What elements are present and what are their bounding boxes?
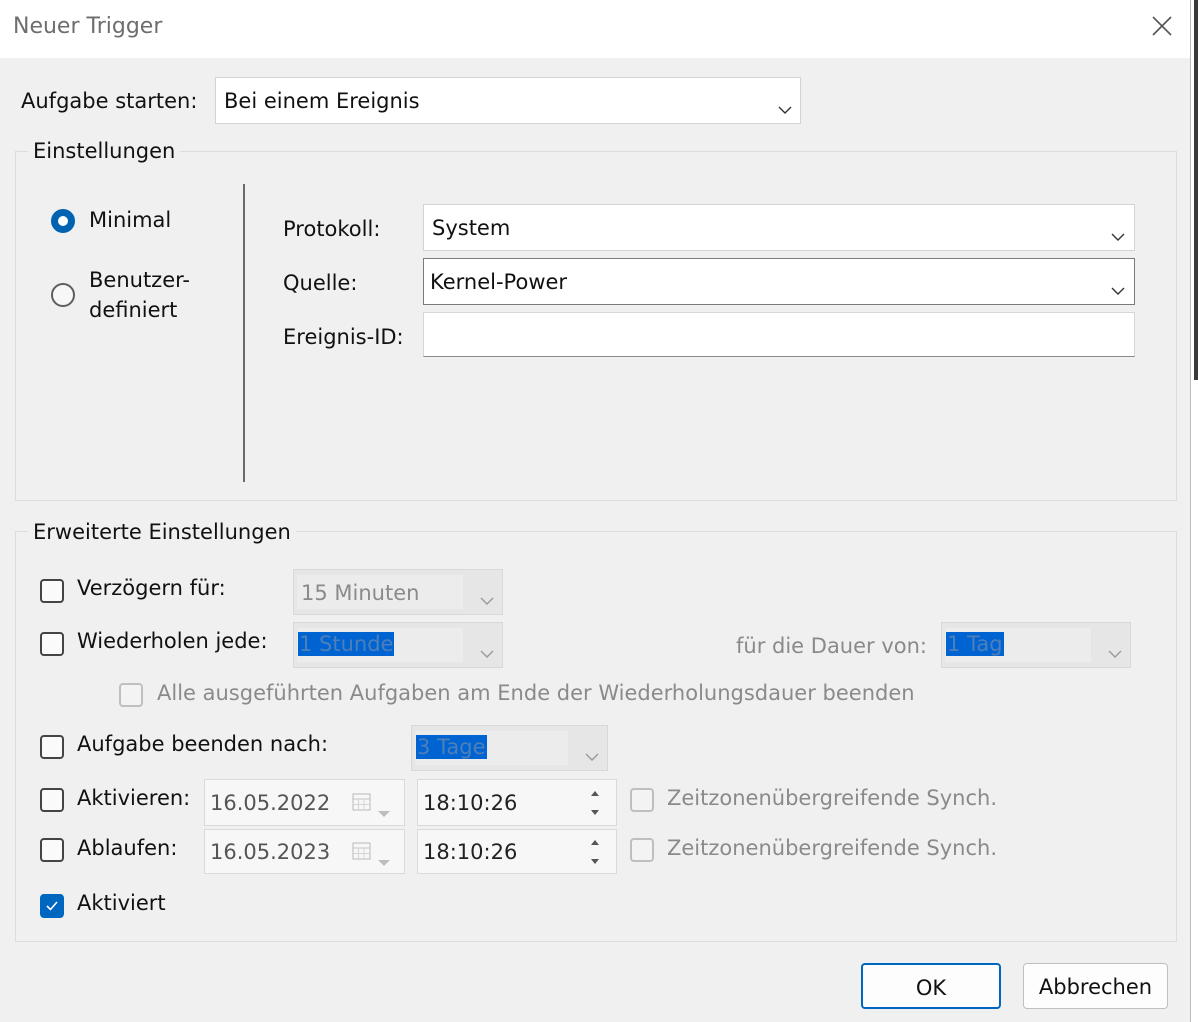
- expire-sync-label: Zeitzonenübergreifende Synch.: [667, 836, 998, 860]
- spin-up-icon[interactable]: [582, 783, 608, 801]
- end-task-label[interactable]: Aufgabe beenden nach:: [77, 732, 328, 756]
- stop-all-label: Alle ausgeführten Aufgaben am Ende der W…: [157, 681, 915, 705]
- source-value: Kernel-Power: [430, 269, 568, 294]
- spin-up-icon[interactable]: [582, 832, 608, 850]
- chevron-down-icon: [377, 848, 391, 872]
- expire-time-picker[interactable]: 18:10:26: [417, 829, 617, 874]
- radio-custom-label-line1[interactable]: Benutzer-: [89, 268, 190, 292]
- window-title: Neuer Trigger: [13, 14, 163, 39]
- repeat-checkbox[interactable]: [40, 632, 64, 656]
- event-id-label: Ereignis-ID:: [283, 325, 404, 349]
- scroll-edge-mark: [1194, 0, 1198, 380]
- close-icon[interactable]: [1146, 10, 1178, 42]
- expire-sync-checkbox[interactable]: [630, 838, 654, 862]
- enabled-checkbox[interactable]: [40, 894, 64, 918]
- expire-date-value: 16.05.2023: [210, 840, 331, 864]
- protocol-label: Protokoll:: [283, 217, 381, 241]
- start-task-value: Bei einem Ereignis: [224, 88, 420, 113]
- activate-checkbox[interactable]: [40, 788, 64, 812]
- start-task-label: Aufgabe starten:: [21, 89, 198, 113]
- duration-label: für die Dauer von:: [736, 634, 928, 658]
- chevron-down-icon: [1110, 223, 1126, 241]
- activate-time-value: 18:10:26: [423, 791, 518, 815]
- chevron-down-icon: [479, 587, 495, 605]
- radio-minimal[interactable]: [51, 209, 75, 233]
- radio-custom[interactable]: [51, 283, 75, 307]
- delay-dropdown[interactable]: 15 Minuten: [293, 569, 503, 615]
- expire-label[interactable]: Ablaufen:: [77, 836, 177, 860]
- end-task-checkbox[interactable]: [40, 735, 64, 759]
- activate-time-picker[interactable]: 18:10:26: [417, 779, 617, 826]
- event-id-input[interactable]: [423, 312, 1135, 357]
- chevron-down-icon: [377, 799, 391, 823]
- activate-sync-label: Zeitzonenübergreifende Synch.: [667, 786, 998, 810]
- spin-down-icon[interactable]: [582, 852, 608, 870]
- ok-button-label: OK: [915, 976, 947, 1000]
- stop-all-checkbox[interactable]: [119, 683, 143, 707]
- chevron-down-icon: [777, 96, 793, 114]
- expire-date-picker[interactable]: 16.05.2023: [204, 829, 405, 874]
- activate-date-value: 16.05.2022: [210, 791, 331, 815]
- protocol-value: System: [432, 215, 511, 240]
- ok-button[interactable]: OK: [861, 963, 1001, 1009]
- calendar-icon[interactable]: [352, 792, 372, 817]
- chevron-down-icon: [584, 743, 600, 761]
- check-icon: [46, 901, 58, 911]
- chevron-down-icon: [1110, 277, 1126, 295]
- spin-down-icon[interactable]: [582, 803, 608, 821]
- end-task-value: 3 Tage: [416, 735, 487, 759]
- activate-sync-checkbox[interactable]: [630, 788, 654, 812]
- enabled-label[interactable]: Aktiviert: [77, 891, 166, 915]
- repeat-value: 1 Stunde: [298, 632, 395, 656]
- protocol-dropdown[interactable]: System: [423, 204, 1135, 251]
- source-dropdown[interactable]: Kernel-Power: [423, 258, 1135, 305]
- radio-minimal-label[interactable]: Minimal: [89, 208, 171, 232]
- end-task-dropdown[interactable]: 3 Tage: [411, 725, 608, 771]
- repeat-label[interactable]: Wiederholen jede:: [77, 629, 268, 653]
- source-label: Quelle:: [283, 271, 358, 295]
- settings-separator: [243, 184, 245, 482]
- chevron-down-icon: [479, 640, 495, 658]
- repeat-dropdown[interactable]: 1 Stunde: [293, 622, 503, 668]
- radio-custom-label-line2[interactable]: definiert: [89, 298, 177, 322]
- duration-dropdown[interactable]: 1 Tag: [941, 622, 1131, 668]
- activate-date-picker[interactable]: 16.05.2022: [204, 779, 405, 826]
- delay-label[interactable]: Verzögern für:: [77, 576, 226, 600]
- advanced-group-title: Erweiterte Einstellungen: [28, 520, 296, 544]
- duration-value: 1 Tag: [946, 632, 1004, 656]
- expire-time-value: 18:10:26: [423, 840, 518, 864]
- settings-group-title: Einstellungen: [28, 139, 181, 163]
- start-task-dropdown[interactable]: Bei einem Ereignis: [215, 77, 801, 124]
- activate-label[interactable]: Aktivieren:: [77, 786, 190, 810]
- calendar-icon[interactable]: [352, 841, 372, 866]
- delay-checkbox[interactable]: [40, 579, 64, 603]
- expire-checkbox[interactable]: [40, 838, 64, 862]
- cancel-button-label: Abbrechen: [1038, 975, 1153, 999]
- cancel-button[interactable]: Abbrechen: [1023, 963, 1168, 1009]
- title-bar: [0, 0, 1190, 58]
- delay-value: 15 Minuten: [301, 581, 420, 605]
- chevron-down-icon: [1107, 640, 1123, 658]
